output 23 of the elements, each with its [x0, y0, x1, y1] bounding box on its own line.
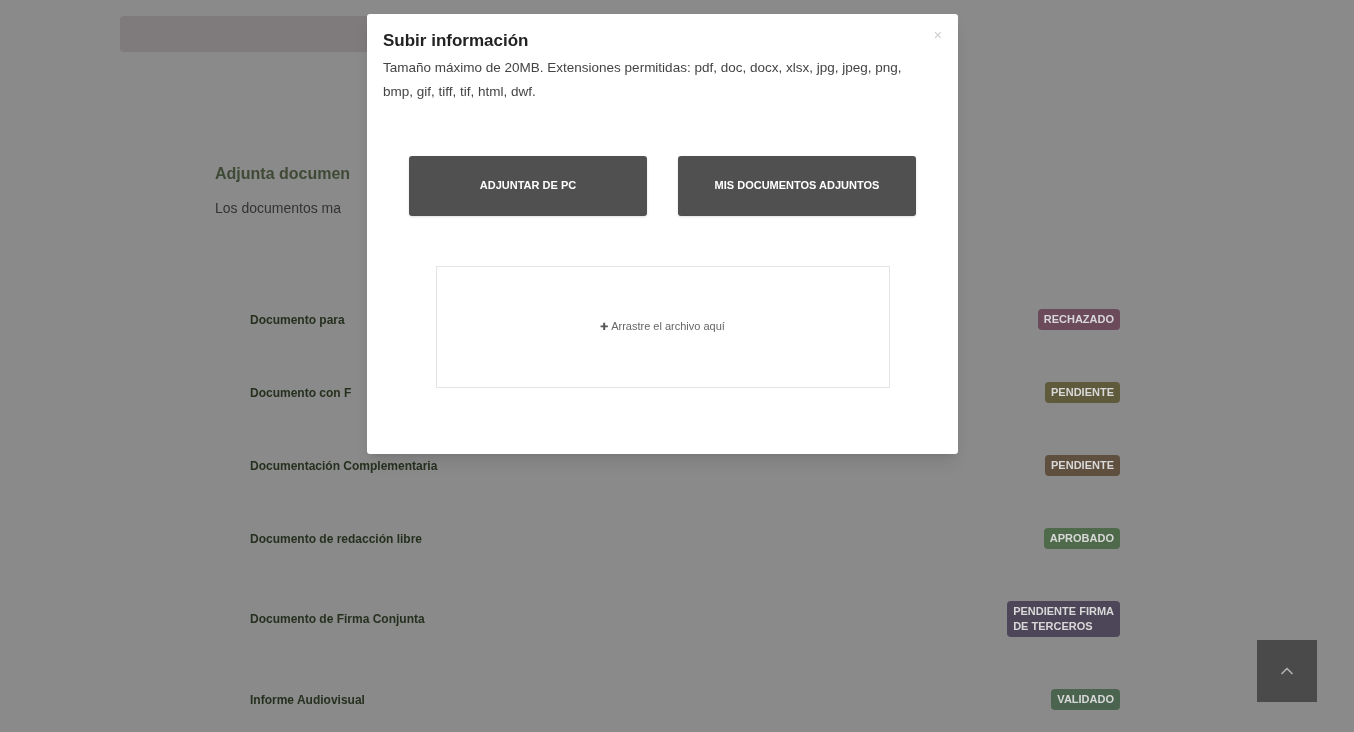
- status-text: RECHAZADO: [1043, 312, 1114, 327]
- dialog-title: Subir información: [383, 30, 529, 52]
- upload-option-button[interactable]: ADJUNTAR DE PC: [409, 155, 647, 216]
- status-text: DE TERCEROS: [1013, 619, 1094, 634]
- section-description: Los documentos ma: [215, 199, 342, 218]
- dialog-description: Tamaño máximo de 20MB. Extensiones permitidas: pdf, doc, docx, xlsx, jpg, jpeg, png, bmp, gif, tiff, tif, html, dwf.: [383, 58, 903, 101]
- status-text: PENDIENTE: [1051, 458, 1114, 473]
- status-text: APROBADO: [1049, 531, 1114, 546]
- document-label: Documento de redacción libre: [250, 530, 423, 548]
- plus-icon: ✚: [600, 319, 609, 334]
- scroll-top-button[interactable]: [1257, 640, 1317, 702]
- section-heading: Adjunta documen: [215, 164, 351, 184]
- status-text: VALIDADO: [1057, 692, 1114, 707]
- document-label: Documento para: [250, 311, 345, 329]
- status-text: PENDIENTE FIRMA: [1013, 604, 1114, 619]
- drop-zone[interactable]: ✚ Arrastre el archivo aquí: [435, 265, 890, 388]
- document-label: Informe Audiovisual: [250, 691, 365, 709]
- status-text: PENDIENTE: [1051, 385, 1114, 400]
- document-label: Documentación Complementaria: [250, 457, 438, 475]
- drop-zone-text: Arrastre el archivo aquí: [611, 319, 725, 335]
- document-label: Documento de Firma Conjunta: [250, 611, 425, 628]
- upload-option-button[interactable]: MIS DOCUMENTOS ADJUNTOS: [678, 155, 916, 216]
- document-label: Documento con F: [250, 384, 352, 402]
